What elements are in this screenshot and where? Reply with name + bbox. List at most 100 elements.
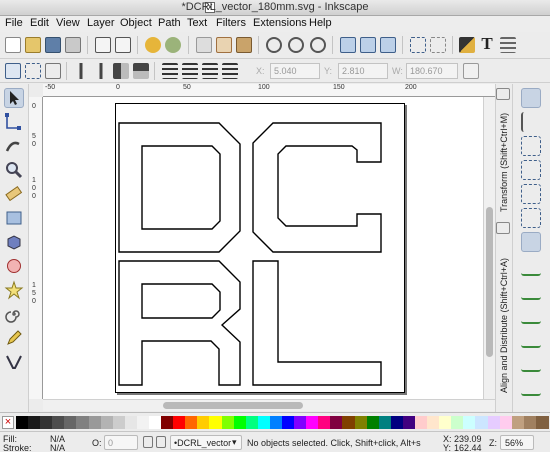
menu-help[interactable]: Help xyxy=(309,17,332,29)
lower-to-bottom-icon[interactable] xyxy=(222,63,238,79)
color-swatch[interactable] xyxy=(76,416,90,429)
raise-to-top-icon[interactable] xyxy=(162,63,178,79)
horizontal-scroll-thumb[interactable] xyxy=(163,402,303,409)
color-swatch[interactable] xyxy=(100,416,114,429)
snap-bbox-icon[interactable] xyxy=(521,112,541,132)
node-tool-icon[interactable] xyxy=(4,112,24,132)
color-swatch[interactable] xyxy=(451,416,465,429)
fill-stroke-icon[interactable] xyxy=(459,37,475,53)
menu-file[interactable]: File xyxy=(5,17,23,29)
color-swatch[interactable] xyxy=(318,416,332,429)
zoom-tool-icon[interactable] xyxy=(4,160,24,180)
clone-icon[interactable] xyxy=(360,37,376,53)
color-swatch[interactable] xyxy=(475,416,489,429)
opacity-field[interactable]: 0 xyxy=(104,435,138,450)
lock-icon[interactable] xyxy=(463,63,479,79)
pencil-tool-icon[interactable] xyxy=(4,328,24,348)
layers-icon[interactable] xyxy=(500,37,516,53)
copy-icon[interactable] xyxy=(196,37,212,53)
color-swatch[interactable] xyxy=(221,416,235,429)
duplicate-icon[interactable] xyxy=(340,37,356,53)
zoom-selection-icon[interactable] xyxy=(266,37,282,53)
color-swatch[interactable] xyxy=(233,416,247,429)
color-swatch[interactable] xyxy=(257,416,271,429)
dock-tab-icon[interactable] xyxy=(496,222,510,234)
color-swatch[interactable] xyxy=(161,416,175,429)
color-swatch[interactable] xyxy=(306,416,320,429)
paste-icon[interactable] xyxy=(236,37,252,53)
deselect-icon[interactable] xyxy=(45,63,61,79)
color-swatch[interactable] xyxy=(499,416,513,429)
rect-tool-icon[interactable] xyxy=(4,208,24,228)
vertical-scroll-thumb[interactable] xyxy=(486,207,493,357)
horizontal-scrollbar[interactable] xyxy=(43,399,495,411)
dock-tab-icon[interactable] xyxy=(496,88,510,100)
x-field[interactable]: 5.040 xyxy=(270,63,320,79)
select-all-layers-icon[interactable] xyxy=(25,63,41,79)
no-paint-swatch[interactable]: × xyxy=(2,416,14,429)
open-icon[interactable] xyxy=(25,37,41,53)
y-field[interactable]: 2.810 xyxy=(338,63,388,79)
color-swatch[interactable] xyxy=(330,416,344,429)
spiral-tool-icon[interactable] xyxy=(4,304,24,324)
color-swatch[interactable] xyxy=(402,416,416,429)
snap-bbox-edge-icon[interactable] xyxy=(521,136,541,156)
redo-icon[interactable] xyxy=(165,37,181,53)
menu-extensions[interactable]: Extensions xyxy=(253,17,307,29)
3dbox-tool-icon[interactable] xyxy=(4,232,24,252)
ungroup-icon[interactable] xyxy=(430,37,446,53)
new-icon[interactable] xyxy=(5,37,21,53)
color-swatch[interactable] xyxy=(52,416,66,429)
drawing-canvas[interactable] xyxy=(43,97,483,399)
color-swatch[interactable] xyxy=(209,416,223,429)
dcrl-artwork[interactable] xyxy=(116,104,406,394)
color-swatch[interactable] xyxy=(40,416,54,429)
snap-nodes-icon[interactable] xyxy=(521,232,541,252)
ellipse-tool-icon[interactable] xyxy=(4,256,24,276)
color-swatch[interactable] xyxy=(28,416,42,429)
menu-path[interactable]: Path xyxy=(158,17,181,29)
print-icon[interactable] xyxy=(65,37,81,53)
select-all-icon[interactable] xyxy=(5,63,21,79)
layer-visibility-icon[interactable] xyxy=(143,436,153,448)
text-tool-icon[interactable]: T xyxy=(479,35,495,53)
transform-dock-tab[interactable]: Transform (Shift+Ctrl+M) xyxy=(496,106,512,218)
color-swatch[interactable] xyxy=(282,416,295,429)
color-swatch[interactable] xyxy=(245,416,259,429)
color-swatch[interactable] xyxy=(511,416,525,429)
color-swatch[interactable] xyxy=(88,416,102,429)
snap-centers-icon[interactable] xyxy=(521,376,541,396)
color-swatch[interactable] xyxy=(487,416,501,429)
selector-tool-icon[interactable] xyxy=(4,88,24,108)
color-swatch[interactable] xyxy=(185,416,199,429)
undo-icon[interactable] xyxy=(145,37,161,53)
color-swatch[interactable] xyxy=(112,416,126,429)
save-icon[interactable] xyxy=(45,37,61,53)
flip-vertical-icon[interactable] xyxy=(133,63,149,79)
export-icon[interactable] xyxy=(115,37,131,53)
zoom-drawing-icon[interactable] xyxy=(288,37,304,53)
snap-midpoints-icon[interactable] xyxy=(521,352,541,372)
color-swatch[interactable] xyxy=(415,416,428,429)
color-swatch[interactable] xyxy=(523,416,537,429)
align-distribute-dock-tab[interactable]: Align and Distribute (Shift+Ctrl+A) xyxy=(496,240,512,410)
measure-tool-icon[interactable] xyxy=(4,184,24,204)
snap-smooth-nodes-icon[interactable] xyxy=(521,328,541,348)
menu-text[interactable]: Text xyxy=(187,17,207,29)
layer-lock-icon[interactable] xyxy=(156,436,166,448)
color-swatch[interactable] xyxy=(197,416,211,429)
snap-intersections-icon[interactable] xyxy=(521,280,541,300)
tweak-tool-icon[interactable] xyxy=(4,136,24,156)
color-swatch[interactable] xyxy=(463,416,477,429)
color-swatch[interactable] xyxy=(269,416,283,429)
color-swatch[interactable] xyxy=(378,416,392,429)
color-swatch[interactable] xyxy=(427,416,441,429)
w-field[interactable]: 180.670 xyxy=(406,63,458,79)
color-swatch[interactable] xyxy=(173,416,187,429)
rotate-ccw-icon[interactable] xyxy=(73,63,89,79)
rotate-cw-icon[interactable] xyxy=(93,63,109,79)
menu-filters[interactable]: Filters xyxy=(216,17,246,29)
color-swatch[interactable] xyxy=(149,416,162,429)
snap-bbox-midpoint-icon[interactable] xyxy=(521,184,541,204)
current-layer-dropdown[interactable]: •DCRL_vector ▾ xyxy=(170,435,242,450)
